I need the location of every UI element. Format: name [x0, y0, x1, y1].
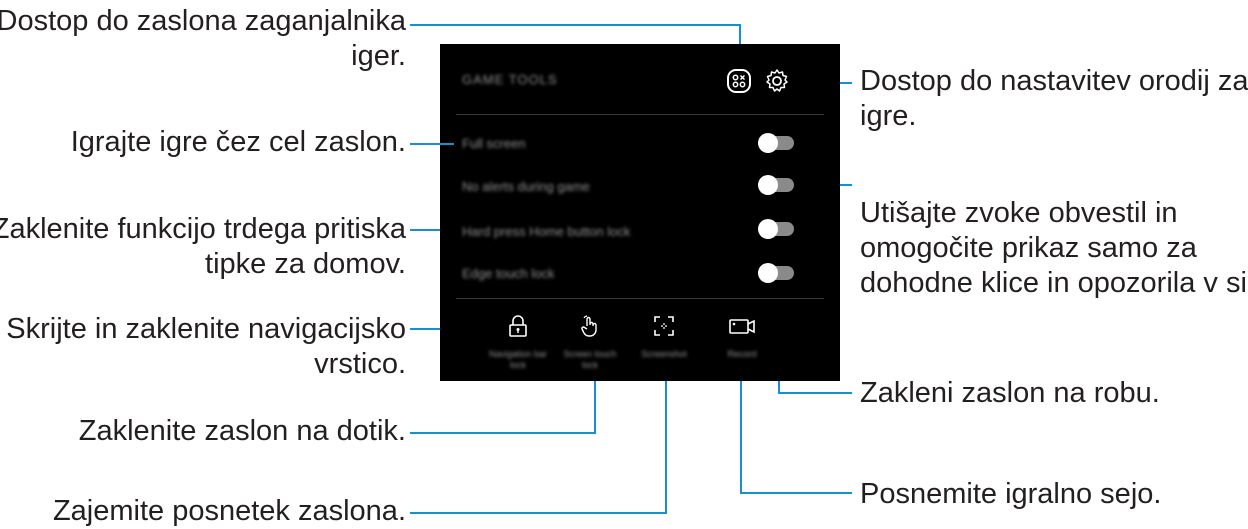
annotation-home-button: Zaklenite funkcijo trdega pritiska tipke… — [0, 213, 406, 280]
toggle-knob — [758, 219, 778, 239]
annotation-touch-lock: Zaklenite zaslon na dotik. — [78, 415, 406, 447]
callout-line-record-v — [740, 364, 742, 494]
annotation-edge-lock: Zakleni zaslon na robu. — [860, 377, 1160, 409]
annotation-full-screen: Igrajte igre čez cel zaslon. — [70, 126, 406, 158]
game-tools-panel: GAME TOOLS Full screen No alerts during … — [440, 44, 840, 381]
annotation-settings: Dostop do nastavitev orodij za igre. — [860, 65, 1248, 132]
annotation-game-launcher: Dostop do zaslona zaganjalnika iger. — [0, 5, 406, 72]
record-icon[interactable] — [728, 314, 756, 338]
touch-hand-icon[interactable] — [578, 314, 602, 338]
toggle-knob — [758, 133, 778, 153]
row-label-full-screen: Full screen — [462, 136, 526, 151]
panel-title: GAME TOOLS — [462, 72, 558, 87]
screenshot-icon[interactable] — [652, 314, 676, 338]
callout-line-screenshot — [410, 512, 667, 514]
lock-icon[interactable] — [506, 314, 530, 338]
callout-line-full-screen-inner — [440, 143, 454, 145]
annotation-no-alerts: Utišajte zvoke obvestil in omogočite pri… — [860, 197, 1248, 299]
bottom-label-nav-bar-lock: Navigation bar lock — [488, 349, 548, 370]
callout-line-edge-lock — [778, 392, 852, 394]
row-label-home-button: Hard press Home button lock — [462, 224, 631, 239]
annotation-nav-bar: Skrijte in zaklenite navigacijsko vrstic… — [6, 313, 406, 380]
toggle-knob — [758, 175, 778, 195]
row-label-no-alerts: No alerts during game — [462, 179, 590, 194]
toggle-knob — [758, 263, 778, 283]
gear-icon[interactable] — [764, 68, 790, 94]
callout-line-game-launcher — [410, 24, 741, 26]
row-label-edge-lock: Edge touch lock — [462, 266, 555, 281]
bottom-label-record: Record — [727, 349, 757, 359]
bottom-label-screenshot: Screenshot — [641, 349, 687, 359]
toggle-full-screen[interactable] — [758, 133, 794, 153]
annotation-screenshot: Zajemite posnetek zaslona. — [52, 495, 406, 527]
callout-line-touch-lock — [410, 432, 596, 434]
game-launcher-icon[interactable] — [726, 68, 752, 94]
toggle-edge-lock[interactable] — [758, 263, 794, 283]
panel-divider-bottom — [456, 298, 824, 299]
panel-divider-top — [456, 114, 824, 115]
callout-line-record — [740, 492, 852, 494]
toggle-no-alerts[interactable] — [758, 175, 794, 195]
callout-line-screenshot-v — [665, 362, 667, 514]
bottom-label-screen-touch-lock: Screen touch lock — [563, 349, 617, 370]
annotation-record: Posnemite igralno sejo. — [860, 478, 1162, 510]
toggle-home-button[interactable] — [758, 219, 794, 239]
